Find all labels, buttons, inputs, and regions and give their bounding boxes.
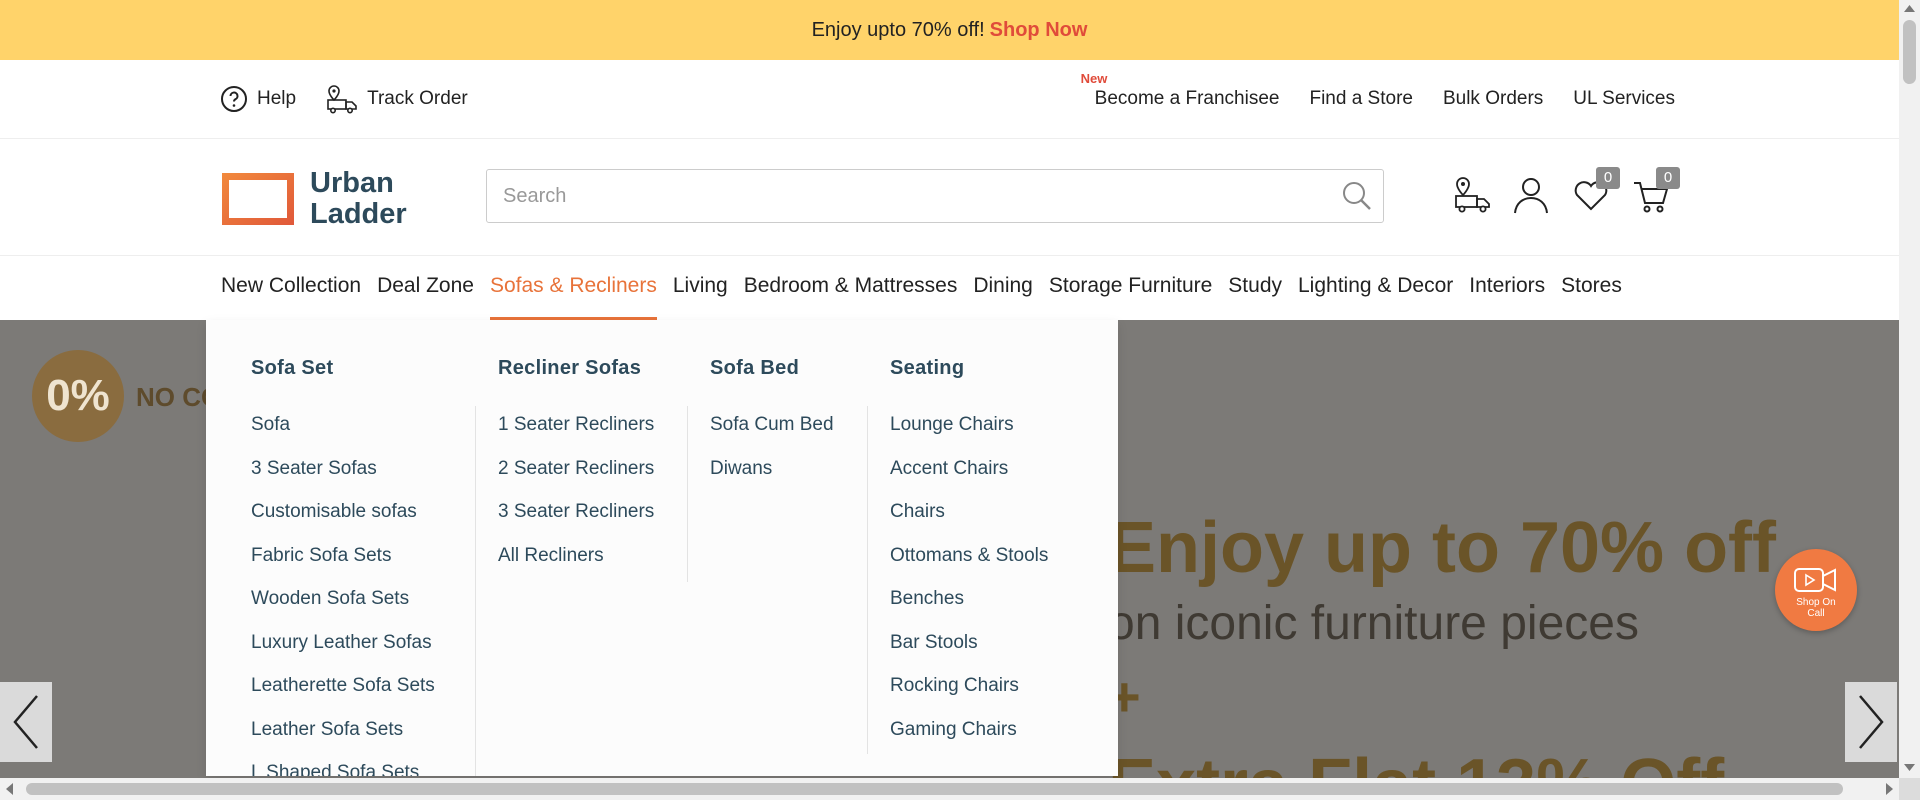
logo-text: Urban Ladder xyxy=(310,168,407,230)
user-icon xyxy=(1514,178,1548,214)
track-order-link[interactable]: Track Order xyxy=(326,84,468,114)
nav-study[interactable]: Study xyxy=(1228,256,1282,320)
hero-headline: Enjoy up to 70% off xyxy=(1108,508,1777,588)
vertical-scroll-thumb[interactable] xyxy=(1903,20,1916,84)
horizontal-scroll-thumb[interactable] xyxy=(26,783,1843,795)
menu-item[interactable]: Luxury Leather Sofas xyxy=(251,632,435,676)
menu-divider xyxy=(475,406,476,776)
menu-item[interactable]: Leatherette Sofa Sets xyxy=(251,675,435,719)
menu-item[interactable]: 3 Seater Recliners xyxy=(498,501,654,545)
cart-button[interactable]: 0 xyxy=(1632,167,1680,215)
nav-deal-zone[interactable]: Deal Zone xyxy=(377,256,474,320)
menu-item[interactable]: Benches xyxy=(890,588,1048,632)
help-icon xyxy=(221,86,247,112)
search-input[interactable] xyxy=(501,170,1325,222)
delivery-location-icon xyxy=(1455,177,1490,213)
vertical-scrollbar[interactable] xyxy=(1899,0,1920,778)
nav-lighting-decor[interactable]: Lighting & Decor xyxy=(1298,256,1453,320)
track-order-icon xyxy=(327,85,357,114)
shop-on-call-label: Shop On Call xyxy=(1775,597,1857,619)
utility-bar: Help Track Order New Become a Franchisee… xyxy=(0,60,1899,139)
menu-item[interactable]: Leather Sofa Sets xyxy=(251,719,435,763)
carousel-next-button[interactable] xyxy=(1845,682,1897,762)
logo-line-urban: Urban xyxy=(310,167,394,199)
shop-on-call-line2: Call xyxy=(1807,608,1825,619)
account-button[interactable] xyxy=(1512,175,1550,215)
find-store-link[interactable]: Find a Store xyxy=(1309,88,1413,110)
search-box xyxy=(486,169,1384,223)
menu-divider xyxy=(867,406,868,754)
scrollbar-corner xyxy=(1899,778,1920,800)
help-label: Help xyxy=(257,88,297,109)
nav-storage-furniture[interactable]: Storage Furniture xyxy=(1049,256,1212,320)
menu-item[interactable]: Ottomans & Stools xyxy=(890,545,1048,589)
no-cost-emi-badge: 0% xyxy=(32,350,124,442)
store-locator-button[interactable] xyxy=(1452,175,1490,215)
menu-item[interactable]: Diwans xyxy=(710,458,834,502)
menu-item[interactable]: 1 Seater Recliners xyxy=(498,414,654,458)
shop-on-call-line1: Shop On xyxy=(1796,597,1836,608)
bulk-orders-link[interactable]: Bulk Orders xyxy=(1443,88,1543,110)
nav-living[interactable]: Living xyxy=(673,256,728,320)
ul-services-link[interactable]: UL Services xyxy=(1573,88,1675,110)
menu-heading-recliner-sofas[interactable]: Recliner Sofas xyxy=(498,357,641,380)
menu-heading-sofa-bed[interactable]: Sofa Bed xyxy=(710,357,799,380)
track-order-label: Track Order xyxy=(367,88,468,109)
menu-item[interactable]: Rocking Chairs xyxy=(890,675,1048,719)
chevron-left-icon xyxy=(13,695,38,749)
menu-item[interactable]: Chairs xyxy=(890,501,1048,545)
nav-dining[interactable]: Dining xyxy=(973,256,1033,320)
scroll-right-arrow-icon[interactable] xyxy=(1881,778,1897,800)
menu-item[interactable]: Customisable sofas xyxy=(251,501,435,545)
hero-subline: on iconic furniture pieces xyxy=(1108,597,1639,650)
logo-mark-icon xyxy=(222,173,294,225)
help-link[interactable]: Help xyxy=(220,85,296,113)
wishlist-button[interactable]: 0 xyxy=(1572,167,1620,215)
nav-interiors[interactable]: Interiors xyxy=(1469,256,1545,320)
nav-stores[interactable]: Stores xyxy=(1561,256,1622,320)
menu-item[interactable]: Accent Chairs xyxy=(890,458,1048,502)
main-header: Urban Ladder Search 0 0 xyxy=(0,139,1899,256)
menu-item[interactable]: Lounge Chairs xyxy=(890,414,1048,458)
shop-on-call-button[interactable]: Shop On Call xyxy=(1775,549,1857,631)
menu-heading-seating[interactable]: Seating xyxy=(890,357,964,380)
urban-ladder-logo[interactable]: Urban Ladder xyxy=(222,168,407,230)
shop-now-link[interactable]: Shop Now xyxy=(990,19,1088,42)
menu-item[interactable]: Sofa xyxy=(251,414,435,458)
category-nav: New Collection Deal Zone Sofas & Recline… xyxy=(0,256,1899,320)
menu-item[interactable]: Fabric Sofa Sets xyxy=(251,545,435,589)
scroll-down-arrow-icon[interactable] xyxy=(1899,760,1920,774)
menu-item[interactable]: 3 Seater Sofas xyxy=(251,458,435,502)
menu-heading-sofa-set[interactable]: Sofa Set xyxy=(251,357,333,380)
hero-extra-offer: Extra Flat 13% Off xyxy=(1108,744,1724,778)
new-badge: New xyxy=(1080,71,1108,86)
sofas-mega-menu: Sofa Set Sofa 3 Seater Sofas Customisabl… xyxy=(206,320,1118,776)
menu-item[interactable]: All Recliners xyxy=(498,545,654,589)
scroll-left-arrow-icon[interactable] xyxy=(2,778,18,800)
logo-line-ladder: Ladder xyxy=(310,198,407,230)
scroll-up-arrow-icon[interactable] xyxy=(1899,2,1920,16)
menu-divider xyxy=(687,406,688,582)
horizontal-scrollbar[interactable] xyxy=(0,778,1899,800)
video-call-icon xyxy=(1794,568,1836,592)
menu-item[interactable]: 2 Seater Recliners xyxy=(498,458,654,502)
nav-sofas-recliners[interactable]: Sofas & Recliners xyxy=(489,256,657,320)
menu-item[interactable]: Gaming Chairs xyxy=(890,719,1048,763)
wishlist-count-badge: 0 xyxy=(1596,167,1620,189)
nav-bedroom-mattresses[interactable]: Bedroom & Mattresses xyxy=(744,256,958,320)
promo-banner: Enjoy upto 70% off! Shop Now xyxy=(0,0,1899,60)
menu-item[interactable]: Sofa Cum Bed xyxy=(710,414,834,458)
chevron-right-icon xyxy=(1859,695,1884,749)
become-franchisee-label: Become a Franchisee xyxy=(1094,88,1280,109)
search-icon[interactable] xyxy=(1341,180,1373,212)
menu-item[interactable]: L Shaped Sofa Sets xyxy=(251,762,435,776)
carousel-prev-button[interactable] xyxy=(0,682,52,762)
menu-item[interactable]: Wooden Sofa Sets xyxy=(251,588,435,632)
promo-text: Enjoy upto 70% off! xyxy=(811,18,985,41)
nav-new-collection[interactable]: New Collection xyxy=(221,256,361,320)
menu-item[interactable]: Bar Stools xyxy=(890,632,1048,676)
cart-count-badge: 0 xyxy=(1656,167,1680,189)
become-franchisee-link[interactable]: New Become a Franchisee xyxy=(1081,71,1280,110)
